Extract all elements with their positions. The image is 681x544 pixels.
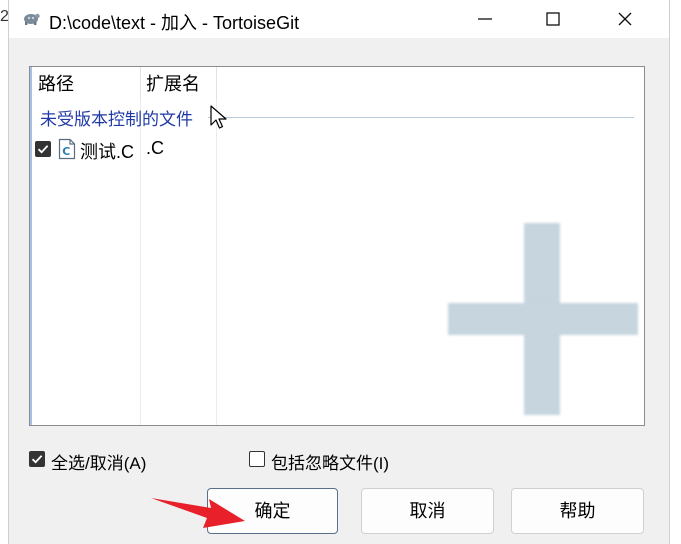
red-arrow-annotation-icon	[151, 498, 245, 528]
cancel-button[interactable]: 取消	[361, 488, 494, 534]
header-divider[interactable]	[140, 67, 141, 101]
include-ignored-check[interactable]	[249, 451, 265, 467]
svg-text:C: C	[62, 145, 70, 158]
list-item[interactable]: C 测试.C .C	[30, 137, 630, 163]
add-dialog: D:\code\text - 加入 - TortoiseGit 路径 扩展名 未…	[8, 0, 670, 544]
minimize-icon	[478, 18, 492, 20]
background-window-edge: 2	[0, 0, 9, 544]
maximize-icon	[546, 12, 560, 26]
mouse-pointer-icon	[210, 105, 227, 129]
checkmark-icon	[31, 455, 43, 464]
list-focus-edge	[30, 67, 32, 425]
close-icon	[618, 12, 632, 26]
tortoisegit-icon	[24, 13, 40, 25]
header-divider[interactable]	[216, 67, 217, 101]
select-all-label: 全选/取消(A)	[51, 454, 147, 473]
c-source-file-icon: C	[58, 138, 76, 160]
add-watermark-icon-bar	[448, 303, 638, 335]
window-title: D:\code\text - 加入 - TortoiseGit	[49, 13, 300, 33]
title-bar[interactable]: D:\code\text - 加入 - TortoiseGit	[9, 0, 669, 38]
item-checkbox[interactable]	[35, 141, 51, 157]
close-button[interactable]	[601, 0, 649, 38]
help-button[interactable]: 帮助	[511, 488, 644, 534]
file-name: 测试.C	[80, 142, 134, 162]
column-header-path[interactable]: 路径	[38, 67, 74, 101]
group-header-unversioned[interactable]: 未受版本控制的文件	[40, 105, 193, 130]
column-header-extension[interactable]: 扩展名	[146, 67, 200, 101]
group-separator	[208, 117, 634, 118]
maximize-button[interactable]	[529, 0, 577, 38]
file-extension: .C	[146, 138, 164, 158]
file-list[interactable]: 路径 扩展名 未受版本控制的文件 C 测试.C .C	[29, 66, 645, 426]
include-ignored-label: 包括忽略文件(I)	[271, 454, 390, 473]
minimize-button[interactable]	[461, 0, 509, 38]
checkmark-icon	[37, 145, 49, 154]
select-all-check[interactable]	[29, 451, 45, 467]
